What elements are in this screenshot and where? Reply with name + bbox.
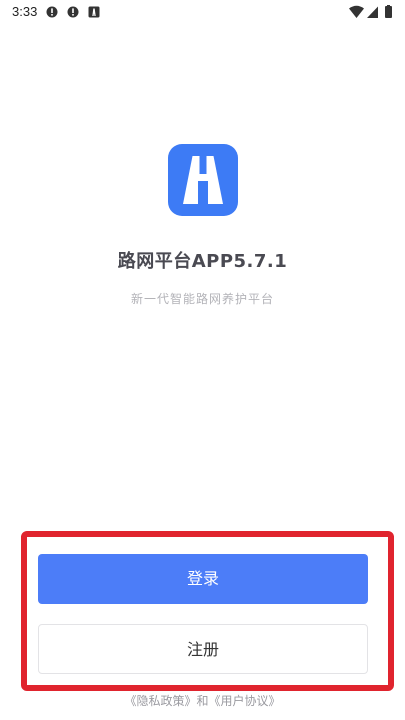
status-bar: 3:33	[0, 0, 405, 26]
app-title: 路网平台APP5.7.1	[117, 251, 288, 272]
app-subtitle: 新一代智能路网养护平台	[130, 292, 274, 306]
login-button[interactable]: 登录	[38, 554, 368, 604]
alert-icon	[67, 6, 79, 18]
app-notification-icon	[88, 6, 100, 18]
register-button[interactable]: 注册	[38, 624, 368, 674]
road-logo-icon	[183, 156, 223, 204]
alert-icon	[46, 6, 58, 18]
wifi-icon	[349, 5, 364, 18]
cell-signal-icon	[367, 6, 378, 18]
privacy-agreement-link[interactable]: 《隐私政策》和《用户协议》	[0, 692, 405, 709]
app-logo	[168, 144, 238, 216]
status-right-icons	[349, 5, 392, 18]
battery-icon	[385, 5, 392, 18]
status-time: 3:33	[12, 4, 38, 19]
